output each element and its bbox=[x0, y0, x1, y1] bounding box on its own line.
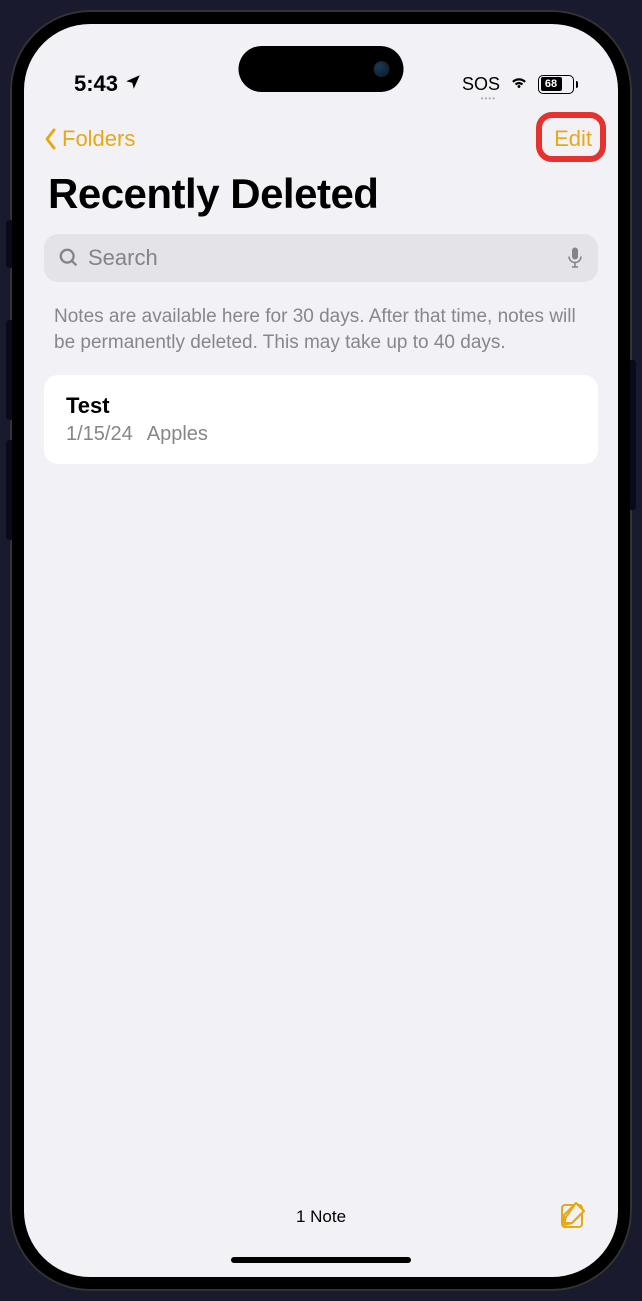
note-date: 1/15/24 bbox=[66, 423, 133, 446]
search-input[interactable] bbox=[88, 245, 558, 271]
status-right: SOS 68 bbox=[462, 73, 578, 96]
silent-switch bbox=[6, 220, 12, 268]
dynamic-island bbox=[239, 46, 404, 92]
back-button[interactable]: Folders bbox=[42, 126, 135, 152]
home-indicator[interactable] bbox=[231, 1257, 411, 1263]
page-title: Recently Deleted bbox=[24, 166, 618, 234]
bottom-bar: 1 Note bbox=[24, 1177, 618, 1257]
sos-dots: •••• bbox=[481, 94, 496, 103]
device-frame: 5:43 SOS 68 •••• bbox=[10, 10, 632, 1291]
search-icon bbox=[58, 247, 80, 269]
location-icon bbox=[124, 73, 142, 96]
sos-indicator: SOS bbox=[462, 74, 500, 95]
note-count: 1 Note bbox=[296, 1207, 346, 1227]
info-text: Notes are available here for 30 days. Af… bbox=[24, 282, 618, 375]
note-title: Test bbox=[66, 393, 576, 419]
back-label: Folders bbox=[62, 126, 135, 152]
wifi-icon bbox=[508, 73, 530, 96]
edit-button[interactable]: Edit bbox=[548, 122, 598, 156]
volume-up-button bbox=[6, 320, 12, 420]
power-button bbox=[630, 360, 636, 510]
time-label: 5:43 bbox=[74, 71, 118, 97]
front-camera bbox=[374, 61, 390, 77]
note-meta: 1/15/24 Apples bbox=[66, 423, 576, 446]
battery-percentage: 68 bbox=[545, 78, 557, 90]
nav-bar: Folders Edit bbox=[24, 114, 618, 166]
status-left: 5:43 bbox=[74, 71, 142, 97]
screen: 5:43 SOS 68 •••• bbox=[24, 24, 618, 1277]
battery-indicator: 68 bbox=[538, 75, 578, 94]
chevron-left-icon bbox=[42, 127, 58, 151]
volume-down-button bbox=[6, 440, 12, 540]
compose-button[interactable] bbox=[558, 1199, 590, 1236]
compose-icon bbox=[558, 1199, 590, 1231]
mic-icon[interactable] bbox=[566, 246, 584, 270]
note-item[interactable]: Test 1/15/24 Apples bbox=[44, 375, 598, 464]
search-bar[interactable] bbox=[44, 234, 598, 282]
note-preview: Apples bbox=[147, 423, 208, 446]
